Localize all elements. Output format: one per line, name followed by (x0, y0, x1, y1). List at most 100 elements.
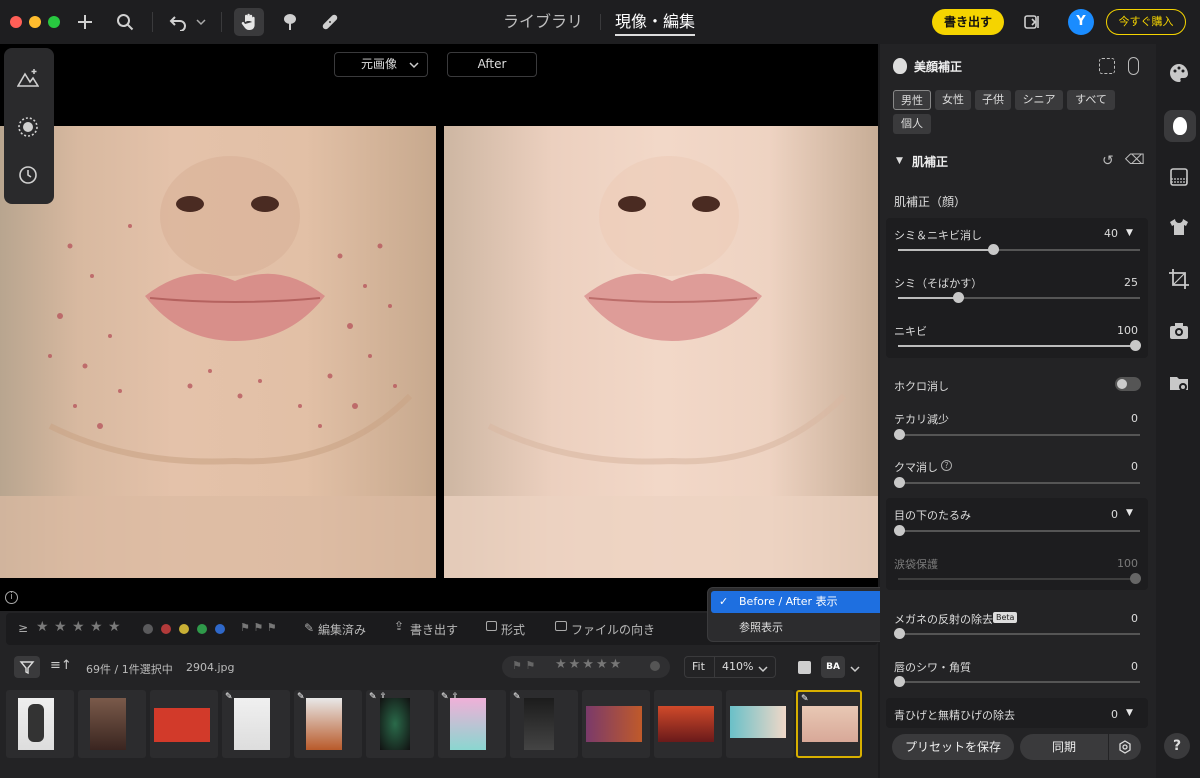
chip-all[interactable]: すべて (1067, 90, 1115, 110)
edited-filter[interactable]: 編集済み (318, 621, 366, 638)
filter-icon[interactable] (14, 656, 40, 678)
collapse-triangle-icon[interactable]: ▼ (896, 156, 903, 166)
slider-knob[interactable] (894, 628, 905, 639)
star-icon[interactable]: ★ (36, 619, 49, 635)
mole-toggle[interactable] (1115, 377, 1141, 391)
menu-item-reference[interactable]: 参照表示 (711, 617, 888, 639)
beauty-tool-active[interactable] (1164, 110, 1196, 142)
menu-item-before-after[interactable]: ✓ Before / After 表示 (711, 591, 888, 613)
close-window-button[interactable] (10, 16, 22, 28)
export-button[interactable]: 書き出す (932, 9, 1004, 35)
slider-knob[interactable] (894, 477, 905, 488)
star-icon[interactable]: ★ (72, 619, 85, 635)
star-rating-icons[interactable]: ★★★★★ (555, 657, 623, 672)
camera-icon[interactable] (1168, 320, 1192, 344)
flag-icons[interactable]: ⚑ ⚑ (512, 659, 535, 672)
thumbnail[interactable]: ✎ ⇪ (438, 690, 506, 758)
thumbnail[interactable]: ✎ (294, 690, 362, 758)
chip-senior[interactable]: シニア (1015, 90, 1063, 110)
before-view-select[interactable]: 元画像 (334, 52, 428, 77)
eraser-icon[interactable]: ⌫ (1125, 152, 1145, 168)
undo-icon[interactable] (166, 10, 190, 34)
panel-toggle-icon[interactable] (1020, 10, 1044, 34)
chip-individual[interactable]: 個人 (893, 114, 931, 134)
color-label-gray[interactable] (143, 624, 153, 634)
slider-track[interactable] (898, 482, 1140, 484)
hand-tool-icon[interactable] (234, 8, 264, 36)
thumbnail[interactable]: ✎ (510, 690, 578, 758)
slider-value[interactable]: 40 (1096, 227, 1118, 240)
thumbnail[interactable] (654, 690, 722, 758)
avatar[interactable]: Y (1068, 9, 1094, 35)
slider-value[interactable]: 0 (1096, 508, 1118, 521)
chevron-down-icon[interactable] (758, 662, 768, 676)
reset-icon[interactable]: ↺ (1102, 153, 1114, 169)
format-filter[interactable]: 形式 (501, 621, 525, 638)
chevron-down-icon[interactable] (194, 10, 208, 34)
help-icon[interactable]: ? (1164, 733, 1190, 759)
sync-button[interactable]: 同期 (1020, 734, 1108, 760)
fit-button[interactable]: Fit (692, 660, 705, 673)
search-icon[interactable] (113, 10, 137, 34)
slider-value[interactable]: 0 (1116, 460, 1138, 473)
help-icon[interactable]: ? (941, 460, 952, 471)
thumbnail[interactable] (78, 690, 146, 758)
chevron-down-icon[interactable] (850, 662, 860, 676)
star-icon[interactable]: ★ (54, 619, 67, 635)
healing-tool-icon[interactable] (318, 10, 342, 34)
expand-triangle-icon[interactable]: ▼ (1126, 228, 1133, 238)
slider-track[interactable] (898, 633, 1140, 635)
slider-value[interactable]: 0 (1116, 660, 1138, 673)
slider-knob[interactable] (953, 292, 964, 303)
star-icon[interactable]: ★ (90, 619, 103, 635)
chip-female[interactable]: 女性 (935, 90, 971, 110)
before-after-view-icon[interactable]: BA (821, 656, 845, 678)
minimize-window-button[interactable] (29, 16, 41, 28)
info-icon[interactable]: i (5, 591, 18, 604)
single-view-icon[interactable] (798, 661, 811, 674)
sync-settings-icon[interactable] (1109, 734, 1141, 760)
slider-knob[interactable] (1130, 340, 1141, 351)
slider-value[interactable]: 25 (1116, 276, 1138, 289)
compare-icon[interactable] (1128, 57, 1139, 75)
thumbnail[interactable]: ✎ ⇪ (366, 690, 434, 758)
save-preset-button[interactable]: プリセットを保存 (892, 734, 1014, 760)
folder-eye-icon[interactable] (1168, 372, 1192, 396)
color-label-red[interactable] (161, 624, 171, 634)
landscape-sparkle-icon[interactable] (16, 68, 41, 92)
expand-triangle-icon[interactable]: ▼ (1126, 708, 1133, 718)
chip-male[interactable]: 男性 (893, 90, 931, 110)
slider-value[interactable]: 0 (1116, 412, 1138, 425)
thumbnail[interactable] (150, 690, 218, 758)
tab-library[interactable]: ライブラリ (503, 10, 583, 36)
brush-tool-icon[interactable] (278, 10, 302, 34)
slider-value[interactable]: 100 (1114, 324, 1138, 337)
star-icon[interactable]: ★ (108, 619, 121, 635)
slider-knob[interactable] (894, 676, 905, 687)
slider-knob[interactable] (894, 429, 905, 440)
radial-select-icon[interactable] (17, 116, 41, 140)
buy-now-button[interactable]: 今すぐ購入 (1106, 9, 1186, 35)
thumbnail[interactable] (6, 690, 74, 758)
color-label-yellow[interactable] (179, 624, 189, 634)
thumbnail[interactable]: ✎ (222, 690, 290, 758)
zoom-level[interactable]: 410% (722, 660, 753, 673)
slider-track[interactable] (898, 530, 1140, 532)
slider-track[interactable] (898, 434, 1140, 436)
color-label-blue[interactable] (215, 624, 225, 634)
thumbnail-selected[interactable]: ✎ (796, 690, 862, 758)
slider-track[interactable] (898, 681, 1140, 683)
thumbnail[interactable] (726, 690, 794, 758)
slider-value[interactable]: 0 (1116, 612, 1138, 625)
color-label-dot[interactable] (650, 661, 660, 671)
gradient-icon[interactable] (1168, 166, 1192, 190)
chip-child[interactable]: 子供 (975, 90, 1011, 110)
face-detect-icon[interactable] (1099, 58, 1115, 74)
palette-icon[interactable] (1168, 62, 1192, 86)
expand-triangle-icon[interactable]: ▼ (1126, 508, 1133, 518)
slider-knob[interactable] (894, 525, 905, 536)
thumbnail[interactable] (582, 690, 650, 758)
tab-develop[interactable]: 現像・編集 (615, 10, 696, 36)
color-label-green[interactable] (197, 624, 207, 634)
zoom-window-button[interactable] (48, 16, 60, 28)
